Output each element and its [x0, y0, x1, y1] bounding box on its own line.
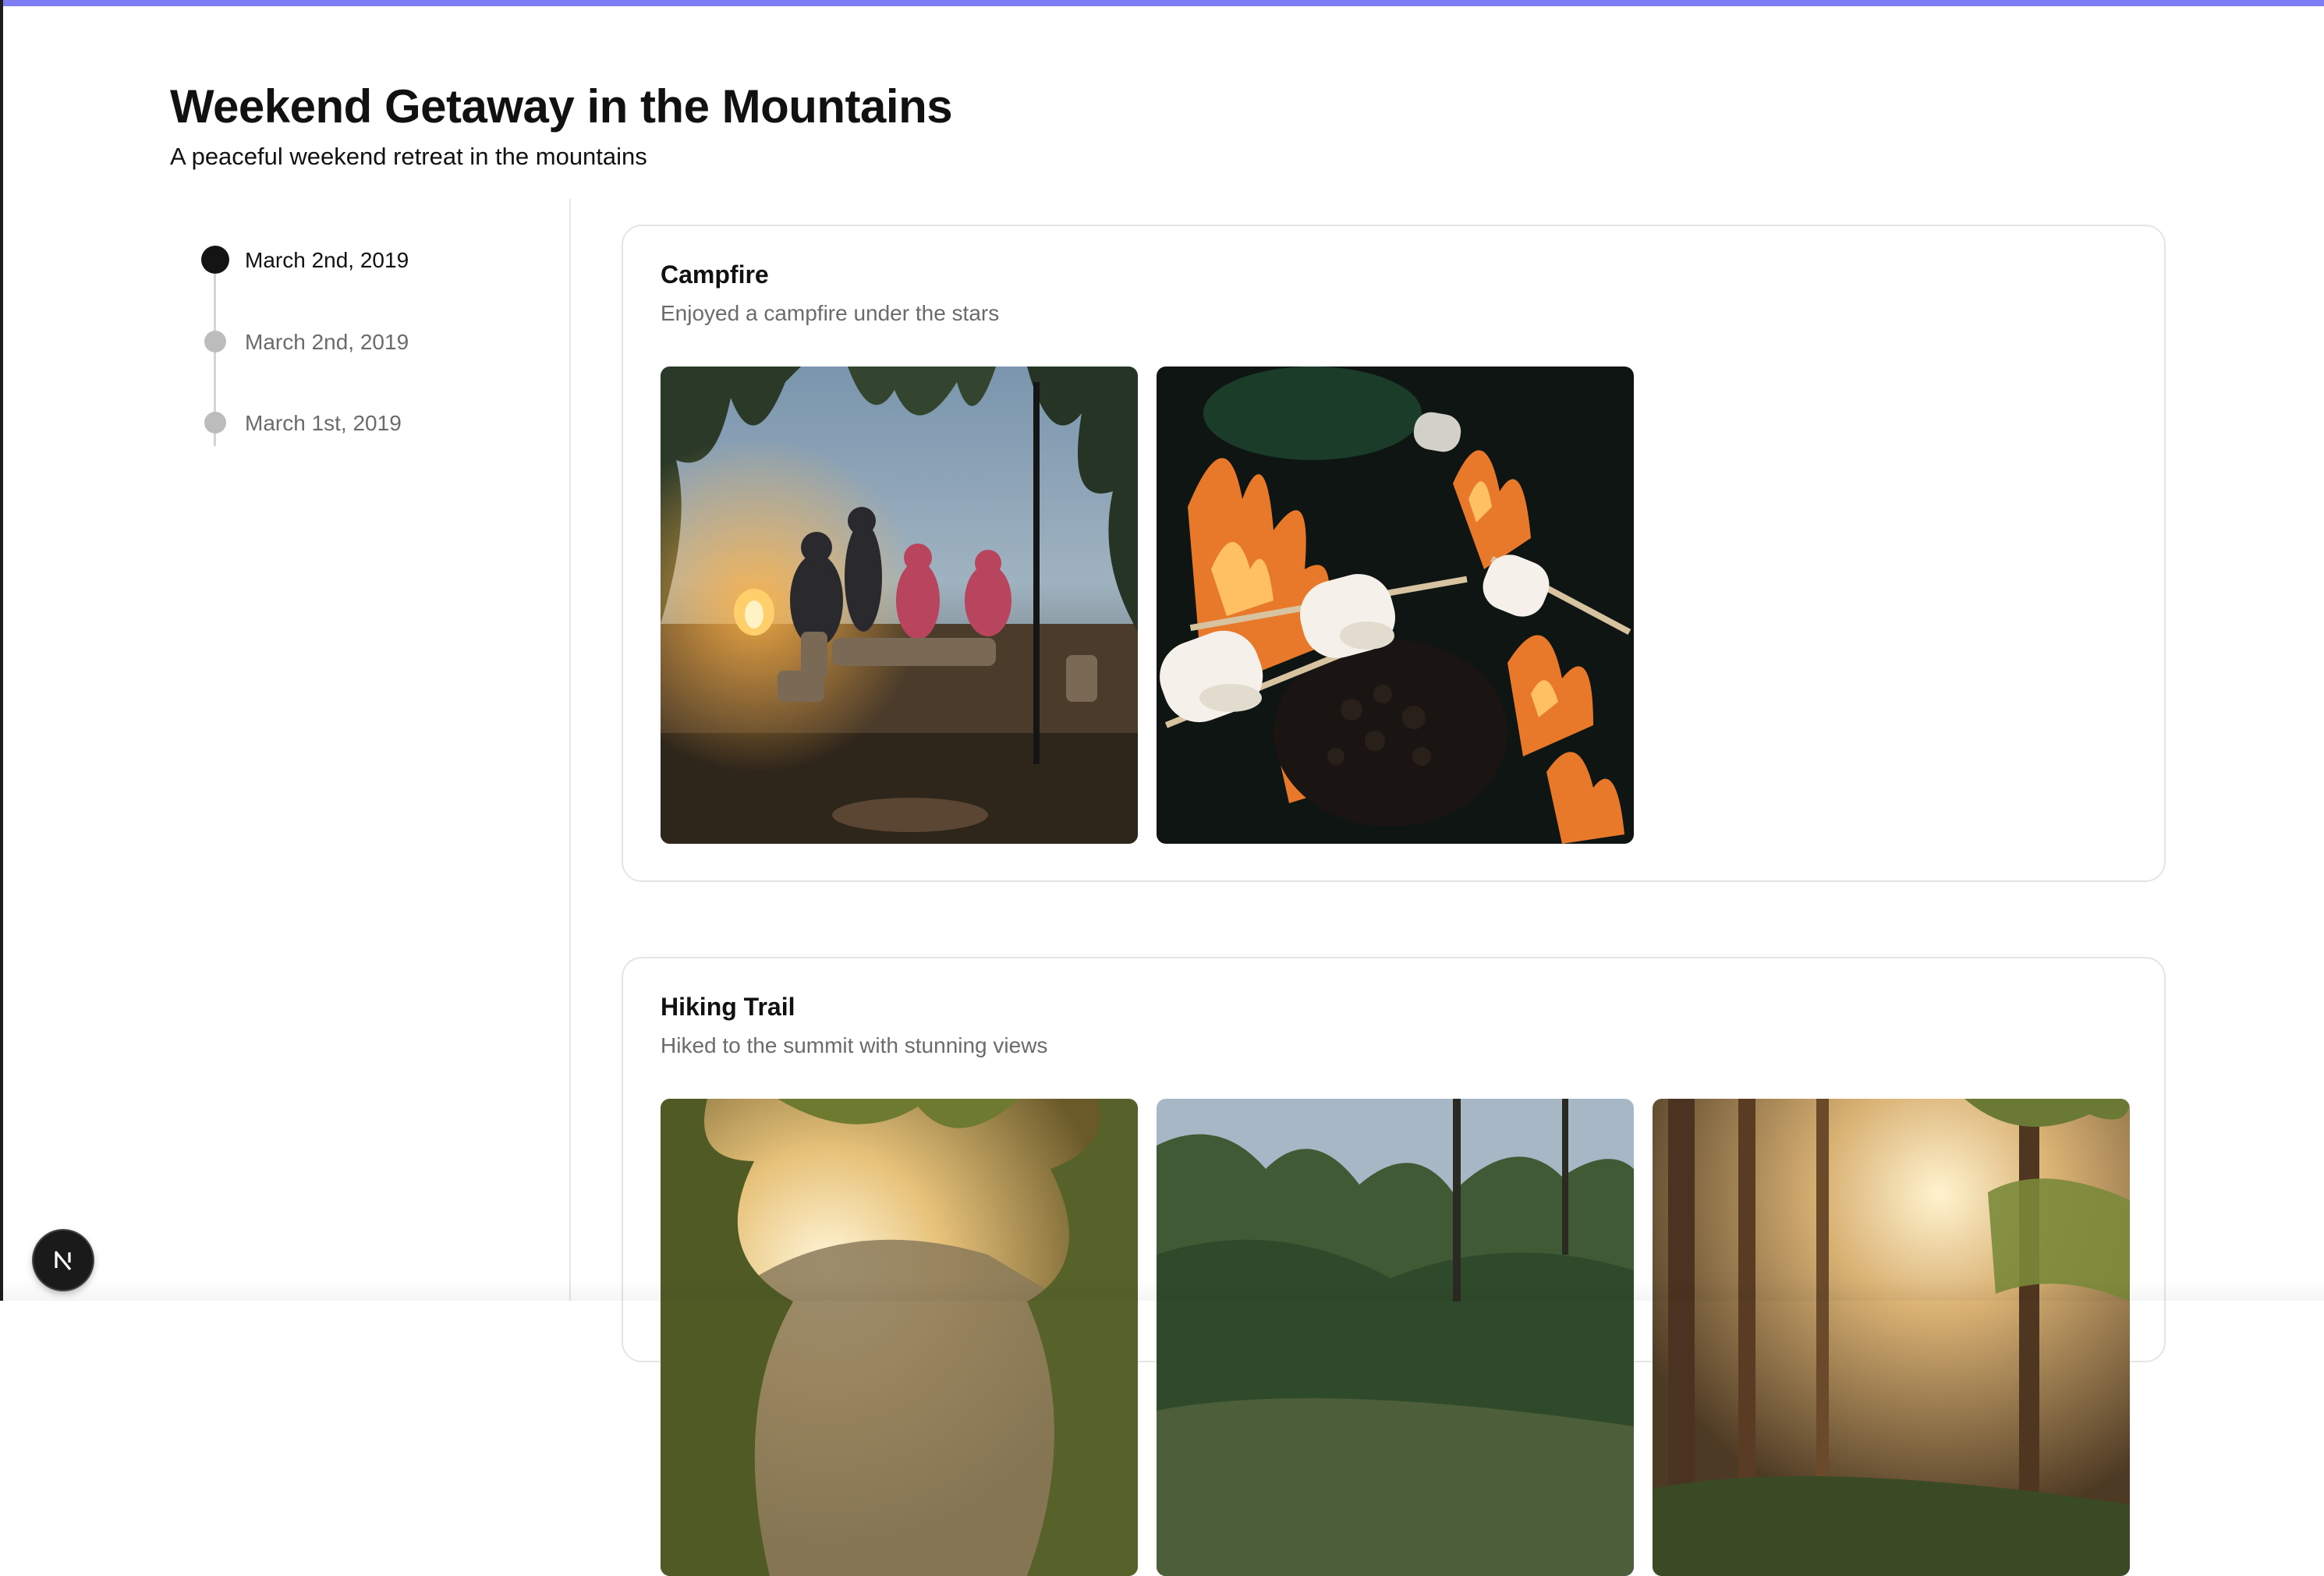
- event-card-campfire: Campfire Enjoyed a campfire under the st…: [622, 225, 2166, 882]
- sunlit-forest-photo[interactable]: [1653, 1099, 2130, 1576]
- nextjs-n-icon: [55, 1251, 72, 1271]
- event-description: Enjoyed a campfire under the stars: [661, 301, 1000, 325]
- page-title: Weekend Getaway in the Mountains: [170, 80, 953, 133]
- forest-trail-photo[interactable]: [1157, 1099, 1634, 1576]
- page-subtitle: A peaceful weekend retreat in the mounta…: [170, 143, 647, 170]
- sunlit-valley-photo[interactable]: [661, 1099, 1138, 1576]
- top-accent-bar: [0, 0, 2324, 6]
- window-left-edge: [0, 0, 3, 1301]
- event-description: Hiked to the summit with stunning views: [661, 1033, 1048, 1057]
- timeline-item-1[interactable]: March 2nd, 2019: [179, 236, 507, 283]
- nextjs-dev-badge[interactable]: [34, 1231, 93, 1290]
- timeline-dot: [204, 412, 226, 434]
- event-card-hiking-trail: Hiking Trail Hiked to the summit with st…: [622, 957, 2166, 1576]
- campfire-group-photo[interactable]: [661, 367, 1138, 844]
- timeline-item-3[interactable]: March 1st, 2019: [179, 399, 507, 446]
- timeline-nav: March 2nd, 2019 March 2nd, 2019 March 1s…: [179, 234, 507, 468]
- roasting-marshmallows-photo[interactable]: [1157, 367, 1634, 844]
- sidebar-divider: [569, 199, 571, 1301]
- timeline-dot-active: [201, 246, 229, 274]
- event-title: Hiking Trail: [661, 993, 795, 1021]
- timeline-item-label: March 2nd, 2019: [245, 330, 409, 354]
- timeline-item-label: March 2nd, 2019: [245, 248, 409, 272]
- event-title: Campfire: [661, 260, 769, 289]
- timeline-item-2[interactable]: March 2nd, 2019: [179, 318, 507, 365]
- timeline-item-label: March 1st, 2019: [245, 411, 402, 435]
- timeline-dot: [204, 331, 226, 352]
